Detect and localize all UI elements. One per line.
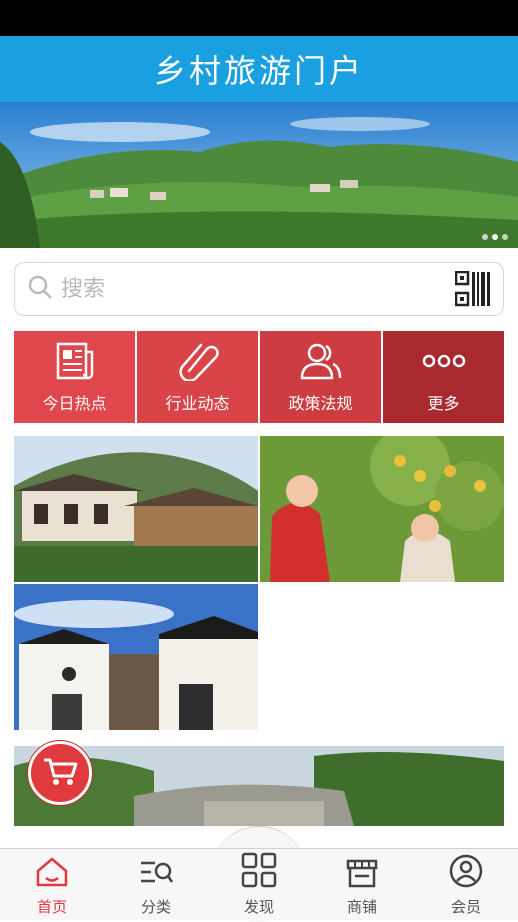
banner-carousel[interactable] (0, 102, 518, 248)
content-tile-fruit[interactable] (260, 436, 504, 582)
tab-label: 发现 (243, 898, 274, 916)
shop-icon (345, 858, 379, 892)
user-icon (449, 854, 483, 892)
tab-label: 商铺 (346, 898, 377, 916)
quick-item-hot-today[interactable]: 今日热点 (14, 331, 135, 423)
village-houses-image (14, 436, 258, 582)
white-wall-houses-image (14, 584, 258, 730)
quick-menu: 今日热点 行业动态 政策法规 更多 (14, 331, 504, 423)
cart-icon (42, 756, 78, 790)
carousel-dot[interactable] (482, 234, 488, 240)
quick-item-label: 行业动态 (165, 394, 230, 413)
cart-button[interactable] (28, 741, 92, 805)
quick-item-label: 更多 (427, 394, 460, 413)
content-tile-houses[interactable] (14, 584, 258, 730)
carousel-dot[interactable] (492, 234, 498, 240)
content-tile-village[interactable] (14, 436, 258, 582)
grid-icon (241, 852, 277, 892)
tab-home[interactable]: 首页 (12, 849, 92, 921)
search-input[interactable] (61, 276, 455, 302)
tab-category[interactable]: 分类 (116, 849, 196, 921)
home-icon (35, 856, 69, 892)
users-icon (299, 340, 343, 382)
tab-member[interactable]: 会员 (426, 849, 506, 921)
carousel-dot[interactable] (502, 234, 508, 240)
app-header: 乡村旅游门户 (0, 36, 518, 102)
quick-item-label: 今日热点 (42, 394, 107, 413)
tab-shop[interactable]: 商铺 (322, 849, 402, 921)
fruit-picking-image (260, 436, 504, 582)
search-icon (27, 274, 53, 304)
bottom-tabbar: 首页 分类 发现 商铺 会员 (0, 848, 518, 920)
qr-code-icon[interactable] (454, 270, 491, 307)
tab-label: 分类 (140, 898, 171, 916)
banner-image (0, 102, 518, 248)
app-title: 乡村旅游门户 (153, 52, 364, 90)
more-icon (422, 340, 466, 382)
category-search-icon (139, 858, 174, 892)
quick-item-more[interactable]: 更多 (383, 331, 504, 423)
newspaper-icon (54, 340, 96, 382)
quick-item-label: 政策法规 (288, 394, 353, 413)
carousel-dots (482, 234, 508, 240)
status-bar (0, 0, 518, 36)
tab-label: 首页 (36, 898, 67, 916)
search-bar[interactable] (14, 262, 504, 316)
quick-item-industry-news[interactable]: 行业动态 (137, 331, 258, 423)
tab-label: 会员 (450, 898, 481, 916)
paperclip-icon (177, 340, 219, 382)
tab-discover[interactable]: 发现 (219, 849, 299, 921)
quick-item-policy[interactable]: 政策法规 (260, 331, 381, 423)
